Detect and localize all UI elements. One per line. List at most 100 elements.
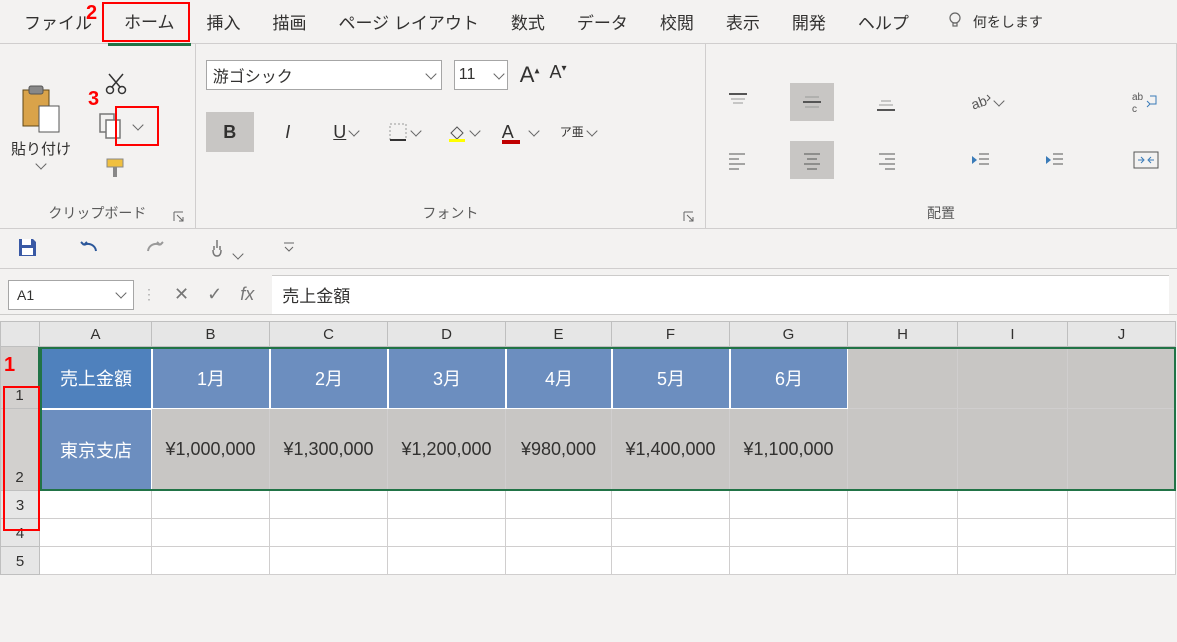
row-header-5[interactable]: 5 (0, 547, 40, 575)
cell-J1[interactable] (1068, 347, 1176, 409)
cell-H5[interactable] (848, 547, 958, 575)
cell-I1[interactable] (958, 347, 1068, 409)
tab-data[interactable]: データ (561, 0, 644, 44)
font-name-combo[interactable]: 游ゴシック (206, 60, 442, 90)
dialog-launcher-icon[interactable] (173, 210, 185, 222)
cell-I3[interactable] (958, 491, 1068, 519)
cell-H1[interactable] (848, 347, 958, 409)
cell-G2[interactable]: ¥1,100,000 (730, 409, 848, 491)
merge-center-button[interactable] (1126, 141, 1166, 179)
row-header-2[interactable]: 2 (0, 409, 40, 491)
format-painter-button[interactable] (86, 148, 146, 188)
cell-D1[interactable]: 3月 (388, 347, 506, 409)
row-header-4[interactable]: 4 (0, 519, 40, 547)
cell-I2[interactable] (958, 409, 1068, 491)
spreadsheet-grid[interactable]: A B C D E F G H I J 1 売上金額 1月 2月 3月 4月 5… (0, 321, 1177, 575)
bold-button[interactable]: B (206, 112, 254, 152)
cell-D4[interactable] (388, 519, 506, 547)
cancel-formula-button[interactable]: ✕ (174, 284, 189, 305)
cell-G3[interactable] (730, 491, 848, 519)
cell-J4[interactable] (1068, 519, 1176, 547)
align-bottom-button[interactable] (864, 83, 908, 121)
fx-button[interactable]: fx (240, 284, 254, 305)
col-header-B[interactable]: B (152, 321, 270, 347)
tab-home[interactable]: ホーム (108, 0, 191, 46)
tab-formulas[interactable]: 数式 (495, 0, 561, 44)
cell-E1[interactable]: 4月 (506, 347, 612, 409)
col-header-G[interactable]: G (730, 321, 848, 347)
undo-button[interactable] (78, 237, 102, 260)
italic-button[interactable]: I (264, 112, 312, 152)
fill-color-button[interactable] (438, 112, 486, 152)
cell-B4[interactable] (152, 519, 270, 547)
tell-me[interactable]: 何をします (945, 10, 1043, 33)
row-header-1[interactable]: 1 (0, 347, 40, 409)
cell-A1[interactable]: 売上金額 (40, 347, 152, 409)
dialog-launcher-icon[interactable] (683, 210, 695, 222)
col-header-J[interactable]: J (1068, 321, 1176, 347)
cell-H2[interactable] (848, 409, 958, 491)
cell-I5[interactable] (958, 547, 1068, 575)
borders-button[interactable] (380, 112, 428, 152)
increase-font-button[interactable]: A▴ (520, 62, 540, 88)
tab-draw[interactable]: 描画 (257, 0, 323, 44)
cell-B3[interactable] (152, 491, 270, 519)
enter-formula-button[interactable]: ✓ (207, 284, 222, 305)
align-right-button[interactable] (864, 141, 908, 179)
cell-C3[interactable] (270, 491, 388, 519)
qat-customize-button[interactable] (282, 240, 296, 257)
underline-button[interactable]: U (322, 112, 370, 152)
cell-E5[interactable] (506, 547, 612, 575)
align-middle-button[interactable] (790, 83, 834, 121)
cell-D5[interactable] (388, 547, 506, 575)
cell-B2[interactable]: ¥1,000,000 (152, 409, 270, 491)
tab-insert[interactable]: 挿入 (191, 0, 257, 44)
cell-J3[interactable] (1068, 491, 1176, 519)
cell-E2[interactable]: ¥980,000 (506, 409, 612, 491)
decrease-indent-button[interactable] (958, 141, 1002, 179)
cell-A5[interactable] (40, 547, 152, 575)
cell-G5[interactable] (730, 547, 848, 575)
decrease-font-button[interactable]: A▾ (550, 62, 567, 88)
cell-J5[interactable] (1068, 547, 1176, 575)
col-header-F[interactable]: F (612, 321, 730, 347)
select-all-triangle[interactable] (0, 321, 40, 347)
tab-help[interactable]: ヘルプ (842, 0, 925, 44)
font-color-button[interactable]: A (496, 112, 544, 152)
cell-F5[interactable] (612, 547, 730, 575)
cell-B5[interactable] (152, 547, 270, 575)
expand-handle-icon[interactable]: ⋮ (142, 286, 156, 303)
col-header-I[interactable]: I (958, 321, 1068, 347)
col-header-H[interactable]: H (848, 321, 958, 347)
col-header-D[interactable]: D (388, 321, 506, 347)
tab-view[interactable]: 表示 (710, 0, 776, 44)
tab-review[interactable]: 校閲 (644, 0, 710, 44)
cell-F3[interactable] (612, 491, 730, 519)
phonetic-button[interactable]: ア亜 (554, 112, 602, 152)
cell-J2[interactable] (1068, 409, 1176, 491)
col-header-A[interactable]: A (40, 321, 152, 347)
cell-G1[interactable]: 6月 (730, 347, 848, 409)
cell-G4[interactable] (730, 519, 848, 547)
wrap-text-button[interactable]: abc (1126, 83, 1166, 121)
name-box[interactable]: A1 (8, 280, 134, 310)
paste-button[interactable]: 貼り付け (10, 84, 72, 168)
cell-D3[interactable] (388, 491, 506, 519)
cell-A3[interactable] (40, 491, 152, 519)
cell-I4[interactable] (958, 519, 1068, 547)
cut-button[interactable] (86, 64, 146, 104)
cell-F2[interactable]: ¥1,400,000 (612, 409, 730, 491)
cell-C2[interactable]: ¥1,300,000 (270, 409, 388, 491)
cell-C4[interactable] (270, 519, 388, 547)
cell-C5[interactable] (270, 547, 388, 575)
redo-button[interactable] (142, 237, 166, 260)
cell-A4[interactable] (40, 519, 152, 547)
col-header-C[interactable]: C (270, 321, 388, 347)
font-size-combo[interactable]: 11 (454, 60, 508, 90)
touch-mode-button[interactable] (206, 236, 242, 261)
tab-developer[interactable]: 開発 (776, 0, 842, 44)
cell-D2[interactable]: ¥1,200,000 (388, 409, 506, 491)
save-button[interactable] (16, 236, 38, 261)
col-header-E[interactable]: E (506, 321, 612, 347)
cell-B1[interactable]: 1月 (152, 347, 270, 409)
